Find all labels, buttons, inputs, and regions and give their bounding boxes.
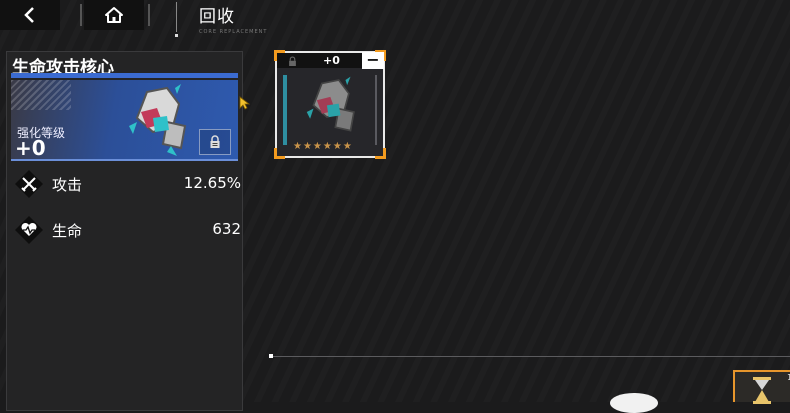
floating-ui-element (610, 393, 658, 413)
lock-icon (289, 56, 296, 66)
cursor-icon (239, 96, 251, 110)
slot-side-bar (283, 75, 287, 145)
stat-value: 632 (212, 220, 241, 238)
lock-icon (210, 135, 220, 148)
section-divider (271, 356, 790, 357)
lock-toggle[interactable] (199, 129, 231, 155)
selected-core-slot[interactable]: +0 − ★★★★★★ (274, 50, 386, 159)
enhance-level-value: +0 (15, 136, 46, 160)
stat-label: 生命 (52, 222, 83, 240)
core-icon (306, 76, 355, 132)
core-detail-panel: 生命攻击核心 强化等级 +0 攻击 12.65% 生命 632 (6, 51, 243, 411)
slot-corner (274, 148, 285, 159)
nav-separator (148, 4, 150, 26)
home-button[interactable] (84, 0, 144, 30)
stat-label: 攻击 (52, 176, 83, 194)
title-accent-bar (11, 73, 238, 78)
slot-side-bar (375, 75, 377, 145)
nav-separator (80, 4, 82, 26)
hourglass-icon (753, 377, 771, 404)
title-separator (176, 2, 177, 32)
page-title: 回收 (199, 7, 235, 27)
star-rating: ★★★★★★ (293, 141, 353, 152)
inventory-item[interactable]: 1 (733, 370, 790, 404)
slot-corner (375, 148, 386, 159)
divider-dot (269, 354, 273, 358)
stat-row-attack: 攻击 12.65% (15, 170, 241, 198)
page-subtitle: CORE REPLACEMENT (199, 29, 268, 35)
remove-button[interactable]: − (362, 52, 384, 69)
home-icon (105, 7, 123, 23)
stat-value: 12.65% (183, 174, 241, 192)
back-button[interactable] (0, 0, 60, 30)
decor-dot (175, 34, 178, 37)
card-underline (11, 159, 238, 161)
card-stripe-decor (11, 80, 71, 110)
stat-row-hp: 生命 632 (15, 216, 241, 244)
attack-icon (15, 170, 43, 198)
chevron-left-icon (24, 7, 34, 23)
slot-level: +0 (323, 54, 340, 67)
core-icon (129, 84, 187, 156)
heart-icon (15, 216, 43, 244)
core-card: 强化等级 +0 (11, 80, 238, 160)
